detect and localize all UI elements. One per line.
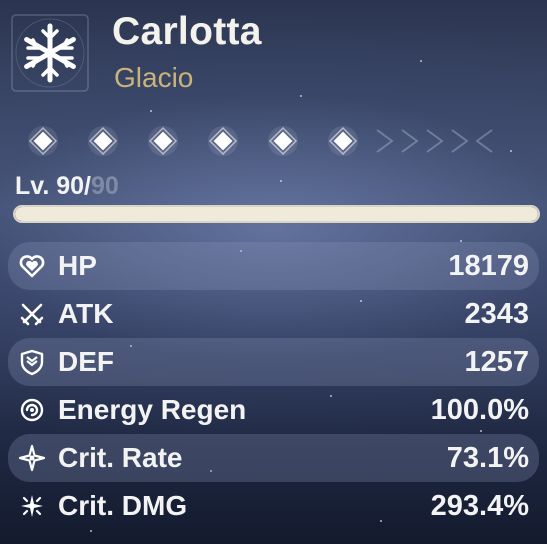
diamond-icon[interactable] [325, 123, 361, 159]
level-current: 90 [56, 172, 85, 200]
stat-row-def: DEF 1257 [8, 338, 539, 386]
stat-row-atk: ATK 2343 [8, 290, 539, 338]
four-point-star-icon [14, 440, 50, 476]
diamond-icon[interactable] [145, 123, 181, 159]
stat-value: 2343 [464, 297, 529, 330]
level-separator: / [84, 172, 91, 200]
energy-swirl-icon [14, 392, 50, 428]
level-max: 90 [90, 172, 119, 200]
snowflake-icon [6, 8, 94, 98]
stat-label: HP [58, 250, 97, 281]
burst-star-icon [14, 488, 50, 524]
stat-value: 18179 [448, 249, 529, 282]
stats-panel: HP 18179 ATK 2343 DEF 1257 Energy Regen … [8, 242, 539, 530]
shield-icon [14, 344, 50, 380]
exp-progress-fill [15, 207, 538, 221]
diamond-icon[interactable] [85, 123, 121, 159]
diamond-icon[interactable] [25, 123, 61, 159]
stat-value: 293.4% [430, 489, 529, 522]
character-element: Glacio [114, 62, 194, 93]
character-name: Carlotta [112, 10, 262, 53]
stat-value: 1257 [464, 345, 529, 378]
stat-value: 100.0% [430, 393, 529, 426]
exp-progress-bar [13, 205, 540, 223]
stat-label: Crit. DMG [58, 490, 188, 521]
stat-label: ATK [58, 298, 114, 329]
heart-shield-icon [14, 248, 50, 284]
stat-label: Crit. Rate [58, 442, 183, 473]
stat-row-crit-rate: Crit. Rate 73.1% [8, 434, 539, 482]
diamond-icon[interactable] [205, 123, 241, 159]
stat-row-crit-dmg: Crit. DMG 293.4% [8, 482, 539, 530]
stat-row-hp: HP 18179 [8, 242, 539, 290]
stat-row-energy-regen: Energy Regen 100.0% [8, 386, 539, 434]
stat-label: Energy Regen [58, 394, 247, 425]
level-prefix: Lv. [15, 172, 57, 200]
level-display: Lv. 90/90 [15, 172, 119, 201]
diamond-icon[interactable] [265, 123, 301, 159]
stat-label: DEF [58, 346, 114, 377]
decorative-chain-pattern [376, 129, 493, 153]
stat-value: 73.1% [446, 441, 529, 474]
crossed-swords-icon [14, 296, 50, 332]
